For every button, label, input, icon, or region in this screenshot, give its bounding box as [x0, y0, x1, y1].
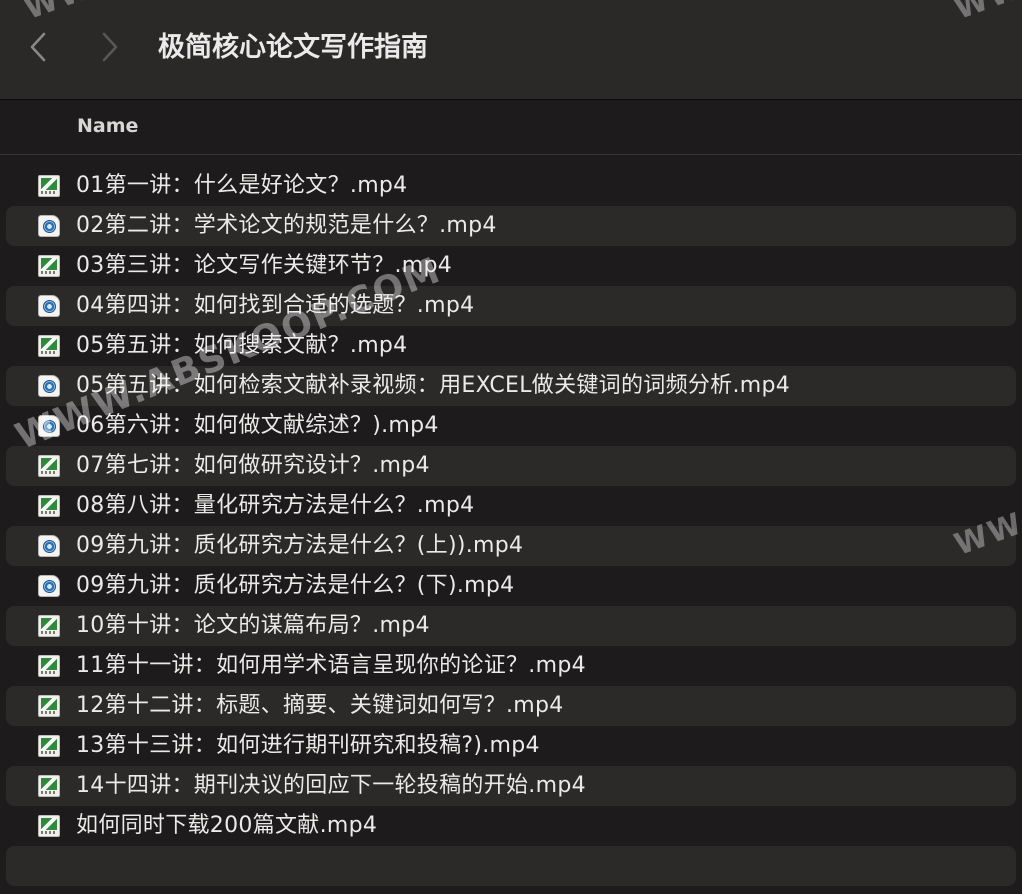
- file-row[interactable]: 09第九讲：质化研究方法是什么？(上)).mp4: [6, 526, 1016, 566]
- file-name: 08第八讲：量化研究方法是什么？.mp4: [76, 493, 475, 518]
- file-name: 05第五讲：如何搜索文献？.mp4: [76, 333, 408, 358]
- file-name: 09第九讲：质化研究方法是什么？(上)).mp4: [76, 533, 524, 558]
- forward-button[interactable]: [96, 28, 124, 66]
- finder-window: 极简核心论文写作指南 Name 01第一讲：什么是好论文？.mp4 02第二讲：学…: [0, 0, 1022, 894]
- movie-file-icon: [38, 735, 60, 757]
- file-row[interactable]: 如何同时下载200篇文献.mp4: [6, 806, 1016, 846]
- file-name: 01第一讲：什么是好论文？.mp4: [76, 173, 408, 198]
- quicktime-file-icon: [38, 535, 60, 557]
- quicktime-file-icon: [38, 295, 60, 317]
- column-header: Name: [0, 101, 1022, 155]
- file-name: 11第十一讲：如何用学术语言呈现你的论证？.mp4: [76, 653, 586, 678]
- movie-file-icon: [38, 815, 60, 837]
- file-row[interactable]: 02第二讲：学术论文的规范是什么？.mp4: [6, 206, 1016, 246]
- movie-file-icon: [38, 255, 60, 277]
- file-row[interactable]: 01第一讲：什么是好论文？.mp4: [6, 166, 1016, 206]
- file-name: 13第十三讲：如何进行期刊研究和投稿?).mp4: [76, 733, 540, 758]
- file-name: 12第十二讲：标题、摘要、关键词如何写？.mp4: [76, 693, 564, 718]
- window-title: 极简核心论文写作指南: [158, 32, 428, 63]
- file-row[interactable]: 10第十讲：论文的谋篇布局？.mp4: [6, 606, 1016, 646]
- quicktime-file-icon: [38, 575, 60, 597]
- file-row[interactable]: 07第七讲：如何做研究设计？.mp4: [6, 446, 1016, 486]
- file-row[interactable]: 06第六讲：如何做文献综述？).mp4: [6, 406, 1016, 446]
- movie-file-icon: [38, 775, 60, 797]
- file-row[interactable]: 11第十一讲：如何用学术语言呈现你的论证？.mp4: [6, 646, 1016, 686]
- file-name: 07第七讲：如何做研究设计？.mp4: [76, 453, 430, 478]
- toolbar: 极简核心论文写作指南: [0, 0, 1022, 100]
- movie-file-icon: [38, 695, 60, 717]
- file-row[interactable]: 05第五讲：如何检索文献补录视频：用EXCEL做关键词的词频分析.mp4: [6, 366, 1016, 406]
- file-name: 06第六讲：如何做文献综述？).mp4: [76, 413, 439, 438]
- chevron-right-icon: [102, 32, 118, 62]
- movie-file-icon: [38, 455, 60, 477]
- movie-file-icon: [38, 495, 60, 517]
- file-name: 14十四讲：期刊决议的回应下一轮投稿的开始.mp4: [76, 773, 586, 798]
- file-name: 05第五讲：如何检索文献补录视频：用EXCEL做关键词的词频分析.mp4: [76, 373, 791, 398]
- name-column-header[interactable]: Name: [77, 113, 138, 139]
- movie-file-icon: [38, 335, 60, 357]
- quicktime-file-icon: [38, 215, 60, 237]
- back-button[interactable]: [24, 28, 52, 66]
- file-row[interactable]: 04第四讲：如何找到合适的选题？.mp4: [6, 286, 1016, 326]
- file-name: 03第三讲：论文写作关键环节？.mp4: [76, 253, 453, 278]
- file-row[interactable]: 12第十二讲：标题、摘要、关键词如何写？.mp4: [6, 686, 1016, 726]
- file-name: 02第二讲：学术论文的规范是什么？.mp4: [76, 213, 497, 238]
- chevron-left-icon: [30, 32, 46, 62]
- movie-file-icon: [38, 655, 60, 677]
- file-name: 09第九讲：质化研究方法是什么？(下).mp4: [76, 573, 515, 598]
- file-row[interactable]: 03第三讲：论文写作关键环节？.mp4: [6, 246, 1016, 286]
- quicktime-file-icon: [38, 415, 60, 437]
- file-row[interactable]: 05第五讲：如何搜索文献？.mp4: [6, 326, 1016, 366]
- file-row[interactable]: 09第九讲：质化研究方法是什么？(下).mp4: [6, 566, 1016, 606]
- file-row[interactable]: [6, 846, 1016, 886]
- file-row[interactable]: 08第八讲：量化研究方法是什么？.mp4: [6, 486, 1016, 526]
- file-row[interactable]: 13第十三讲：如何进行期刊研究和投稿?).mp4: [6, 726, 1016, 766]
- quicktime-file-icon: [38, 375, 60, 397]
- file-list: 01第一讲：什么是好论文？.mp4 02第二讲：学术论文的规范是什么？.mp4 03…: [0, 166, 1022, 886]
- file-row[interactable]: 14十四讲：期刊决议的回应下一轮投稿的开始.mp4: [6, 766, 1016, 806]
- file-name: 如何同时下载200篇文献.mp4: [76, 813, 378, 838]
- movie-file-icon: [38, 175, 60, 197]
- movie-file-icon: [38, 615, 60, 637]
- file-name: 04第四讲：如何找到合适的选题？.mp4: [76, 293, 475, 318]
- file-name: 10第十讲：论文的谋篇布局？.mp4: [76, 613, 430, 638]
